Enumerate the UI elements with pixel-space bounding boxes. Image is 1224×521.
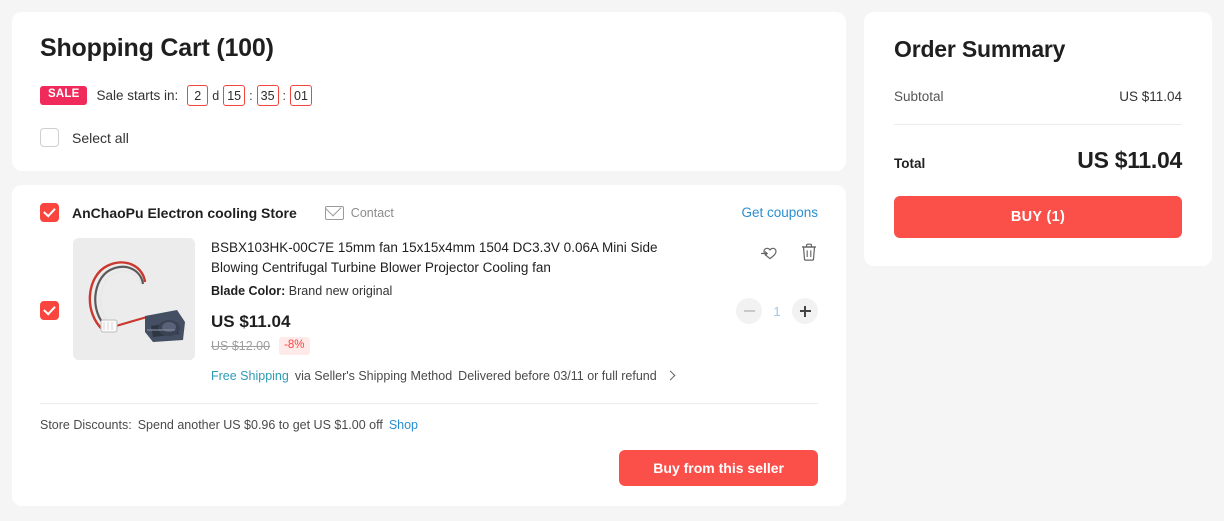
item-original-price-row: US $12.00 -8%: [211, 337, 708, 355]
timer-seconds: 01: [290, 85, 312, 106]
delete-item-icon[interactable]: [800, 242, 818, 266]
subtotal-row: Subtotal US $11.04: [894, 89, 1182, 104]
buy-from-seller-button[interactable]: Buy from this seller: [619, 449, 818, 486]
sale-label: Sale starts in:: [96, 88, 179, 103]
product-image: [73, 238, 195, 360]
store-discount-label: Store Discounts:: [40, 417, 132, 432]
select-all-row[interactable]: Select all: [40, 128, 818, 147]
store-name[interactable]: AnChaoPu Electron cooling Store: [72, 205, 297, 221]
quantity-value[interactable]: 1: [771, 304, 783, 319]
chevron-right-icon: [665, 370, 676, 381]
timer-days: 2: [187, 85, 209, 106]
shop-link[interactable]: Shop: [389, 418, 418, 432]
store-discount-text: Spend another US $0.96 to get US $1.00 o…: [137, 417, 383, 432]
contact-seller-button[interactable]: Contact: [324, 205, 394, 220]
timer-separator-2: :: [282, 88, 287, 103]
shipping-method: via Seller's Shipping Method: [294, 368, 453, 383]
store-discount-row: Store Discounts: Spend another US $0.96 …: [12, 404, 846, 432]
buy-button[interactable]: BUY (1): [894, 196, 1182, 238]
select-all-checkbox[interactable]: [40, 128, 59, 147]
item-original-price: US $12.00: [211, 339, 271, 354]
subtotal-label: Subtotal: [894, 89, 944, 104]
attribute-label: Blade Color:: [211, 284, 286, 299]
timer-day-unit: d: [212, 88, 220, 103]
shipping-info-row[interactable]: Free Shipping via Seller's Shipping Meth…: [211, 369, 708, 383]
seller-buy-row: Buy from this seller: [12, 432, 846, 486]
page-title: Shopping Cart (100): [40, 34, 274, 62]
item-price: US $11.04: [211, 312, 291, 332]
total-value: US $11.04: [1077, 147, 1182, 173]
store-header-row: AnChaoPu Electron cooling Store Contact …: [12, 185, 846, 222]
cart-header-card: Shopping Cart (100) SALE Sale starts in:…: [12, 12, 846, 171]
timer-separator-1: :: [249, 88, 253, 103]
order-summary-card: Order Summary Subtotal US $11.04 Total U…: [864, 12, 1212, 266]
product-thumbnail[interactable]: [73, 238, 195, 360]
item-checkbox-wrap: [40, 238, 73, 383]
move-to-wishlist-icon[interactable]: [759, 243, 779, 266]
store-group-card: AnChaoPu Electron cooling Store Contact …: [12, 185, 846, 506]
shopping-cart-page: Shopping Cart (100) SALE Sale starts in:…: [0, 0, 1224, 521]
countdown-timer: 2 d 15 : 35 : 01: [187, 85, 312, 106]
attribute-value: Brand new original: [288, 284, 393, 299]
cart-left-column: Shopping Cart (100) SALE Sale starts in:…: [12, 12, 846, 506]
quantity-stepper: 1: [736, 298, 818, 324]
subtotal-value: US $11.04: [1119, 89, 1182, 104]
item-action-icons: [759, 242, 818, 266]
order-summary-title: Order Summary: [894, 36, 1066, 62]
quantity-decrease-button[interactable]: [736, 298, 762, 324]
timer-minutes: 35: [256, 85, 279, 106]
item-select-checkbox[interactable]: [40, 300, 59, 320]
quantity-increase-button[interactable]: [792, 298, 818, 324]
summary-divider: [894, 124, 1182, 125]
free-shipping-label: Free Shipping: [211, 368, 289, 383]
envelope-icon: [324, 205, 344, 220]
product-attribute: Blade Color: Brand new original: [211, 284, 708, 298]
total-row: Total US $11.04: [894, 147, 1182, 174]
contact-label: Contact: [350, 205, 394, 220]
item-actions: 1: [708, 238, 818, 383]
sale-badge: SALE: [40, 86, 88, 105]
timer-hours: 15: [223, 85, 246, 106]
sale-countdown-row: SALE Sale starts in: 2 d 15 : 35 : 01: [40, 85, 818, 106]
product-title[interactable]: BSBX103HK-00C7E 15mm fan 15x15x4mm 1504 …: [211, 238, 677, 277]
discount-badge: -8%: [279, 337, 310, 355]
get-coupons-link[interactable]: Get coupons: [741, 205, 818, 220]
cart-item: BSBX103HK-00C7E 15mm fan 15x15x4mm 1504 …: [12, 222, 846, 383]
shipping-delivery: Delivered before 03/11 or full refund: [458, 368, 657, 383]
store-select-checkbox[interactable]: [40, 203, 59, 222]
item-details: BSBX103HK-00C7E 15mm fan 15x15x4mm 1504 …: [195, 238, 708, 383]
total-label: Total: [894, 156, 926, 171]
select-all-label: Select all: [72, 129, 129, 146]
